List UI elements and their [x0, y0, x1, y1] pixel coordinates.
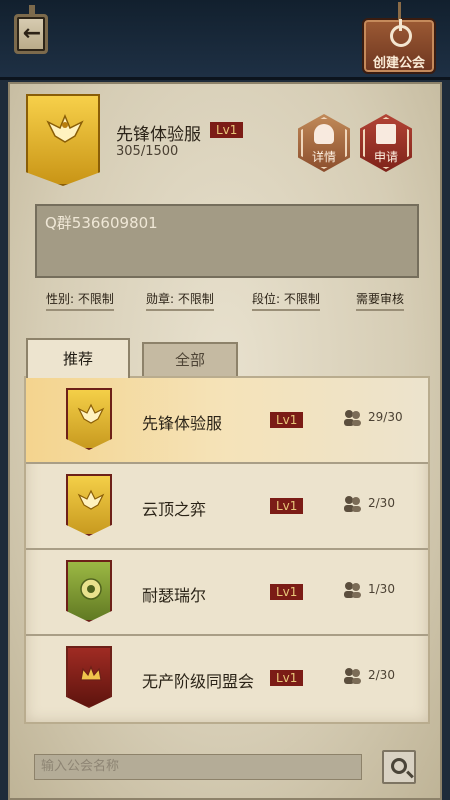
- guild-list-members: 2/30: [368, 496, 395, 510]
- phoenix-icon: [77, 403, 105, 424]
- guild-name: 先锋体验服: [116, 125, 201, 145]
- create-guild-label: 创建公会: [372, 56, 425, 71]
- guild-list-members: 1/30: [368, 582, 395, 596]
- guild-list-name: 无产阶级同盟会: [142, 672, 255, 691]
- guild-list-row[interactable]: 先锋体验服 Lv1 29/30: [26, 378, 428, 464]
- guild-banner: [66, 560, 112, 622]
- create-guild-button[interactable]: 创建公会: [362, 2, 436, 74]
- members-icon: [344, 410, 361, 426]
- guild-banner: [66, 646, 112, 708]
- eye-icon: [80, 578, 102, 600]
- guild-search-input[interactable]: 输入公会名称: [34, 754, 362, 780]
- guild-list-name: 云顶之弈: [142, 500, 207, 519]
- details-label: 详情: [311, 150, 336, 164]
- guild-emblem-banner: [26, 94, 100, 186]
- guild-list-name: 先锋体验服: [142, 414, 223, 433]
- guild-member-count: 305/1500: [116, 144, 179, 159]
- arrow-left-icon: ←: [22, 21, 42, 46]
- guild-list: 先锋体验服 Lv1 29/30 云顶之弈 Lv1 2/30 耐瑟瑞尔 Lv1 1…: [24, 376, 430, 724]
- guild-list-level: Lv1: [270, 498, 304, 514]
- tab-all[interactable]: 全部: [142, 342, 238, 376]
- guild-emblem-icon: [390, 19, 412, 47]
- search-icon: [391, 758, 407, 774]
- guild-list-members: 29/30: [368, 410, 403, 424]
- person-icon: [314, 124, 334, 144]
- guild-list-row[interactable]: 云顶之弈 Lv1 2/30: [26, 464, 428, 550]
- members-icon: [344, 582, 361, 598]
- guild-list-level: Lv1: [270, 412, 304, 428]
- guild-list-row[interactable]: 无产阶级同盟会 Lv1 2/30: [26, 636, 428, 722]
- tab-recommended[interactable]: 推荐: [26, 338, 130, 378]
- guild-banner: [66, 474, 112, 536]
- guild-panel: 先锋体验服 Lv1 305/1500 详情 申请 Q群536609801 性别:…: [8, 82, 442, 800]
- apply-button[interactable]: 申请: [360, 114, 412, 172]
- search-button[interactable]: [382, 750, 416, 784]
- phoenix-icon: [46, 114, 84, 143]
- guild-list-row[interactable]: 耐瑟瑞尔 Lv1 1/30: [26, 550, 428, 636]
- guild-list-level: Lv1: [270, 584, 304, 600]
- requirement-approval: 需要审核: [356, 290, 405, 311]
- members-icon: [344, 496, 361, 512]
- guild-banner: [66, 388, 112, 450]
- top-bar: ← 创建公会: [0, 0, 450, 80]
- guild-list-level: Lv1: [270, 670, 304, 686]
- guild-level-badge: Lv1: [210, 122, 244, 138]
- guild-list-name: 耐瑟瑞尔: [142, 586, 207, 605]
- requirement-rank: 段位: 不限制: [252, 290, 320, 311]
- members-icon: [344, 668, 361, 684]
- back-button[interactable]: ←: [14, 5, 48, 54]
- guild-announcement: Q群536609801: [35, 204, 419, 278]
- phoenix-icon: [77, 489, 105, 510]
- crown-icon: [80, 665, 102, 681]
- apply-label: 申请: [373, 150, 398, 164]
- details-button[interactable]: 详情: [298, 114, 350, 172]
- requirement-gender: 性别: 不限制: [46, 290, 114, 311]
- requirement-medal: 勋章: 不限制: [146, 290, 214, 311]
- document-icon: [376, 124, 396, 144]
- guild-list-members: 2/30: [368, 668, 395, 682]
